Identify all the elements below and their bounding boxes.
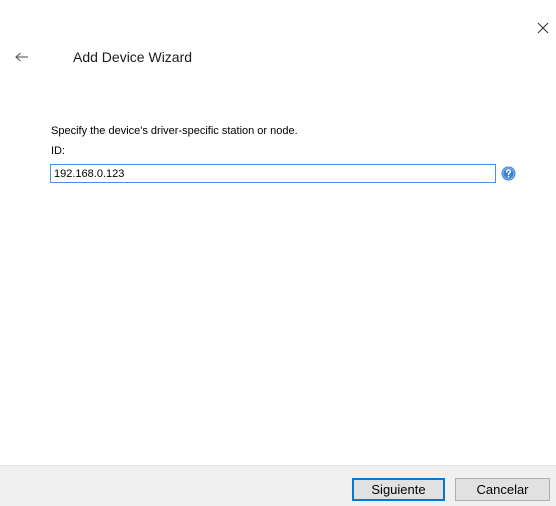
id-input[interactable] [50, 164, 496, 183]
back-button[interactable] [13, 49, 31, 65]
close-button[interactable] [532, 17, 554, 39]
footer-bar: Siguiente Cancelar [0, 465, 556, 506]
cancel-button[interactable]: Cancelar [455, 478, 550, 501]
instruction-text: Specify the device's driver-specific sta… [51, 125, 298, 137]
help-icon[interactable] [501, 166, 516, 181]
wizard-title: Add Device Wizard [73, 49, 193, 65]
id-label: ID: [51, 145, 66, 157]
close-icon [537, 22, 549, 34]
add-device-wizard-dialog: Add Device Wizard Specify the device's d… [0, 0, 556, 506]
back-arrow-icon [15, 52, 28, 62]
next-button[interactable]: Siguiente [352, 478, 445, 501]
